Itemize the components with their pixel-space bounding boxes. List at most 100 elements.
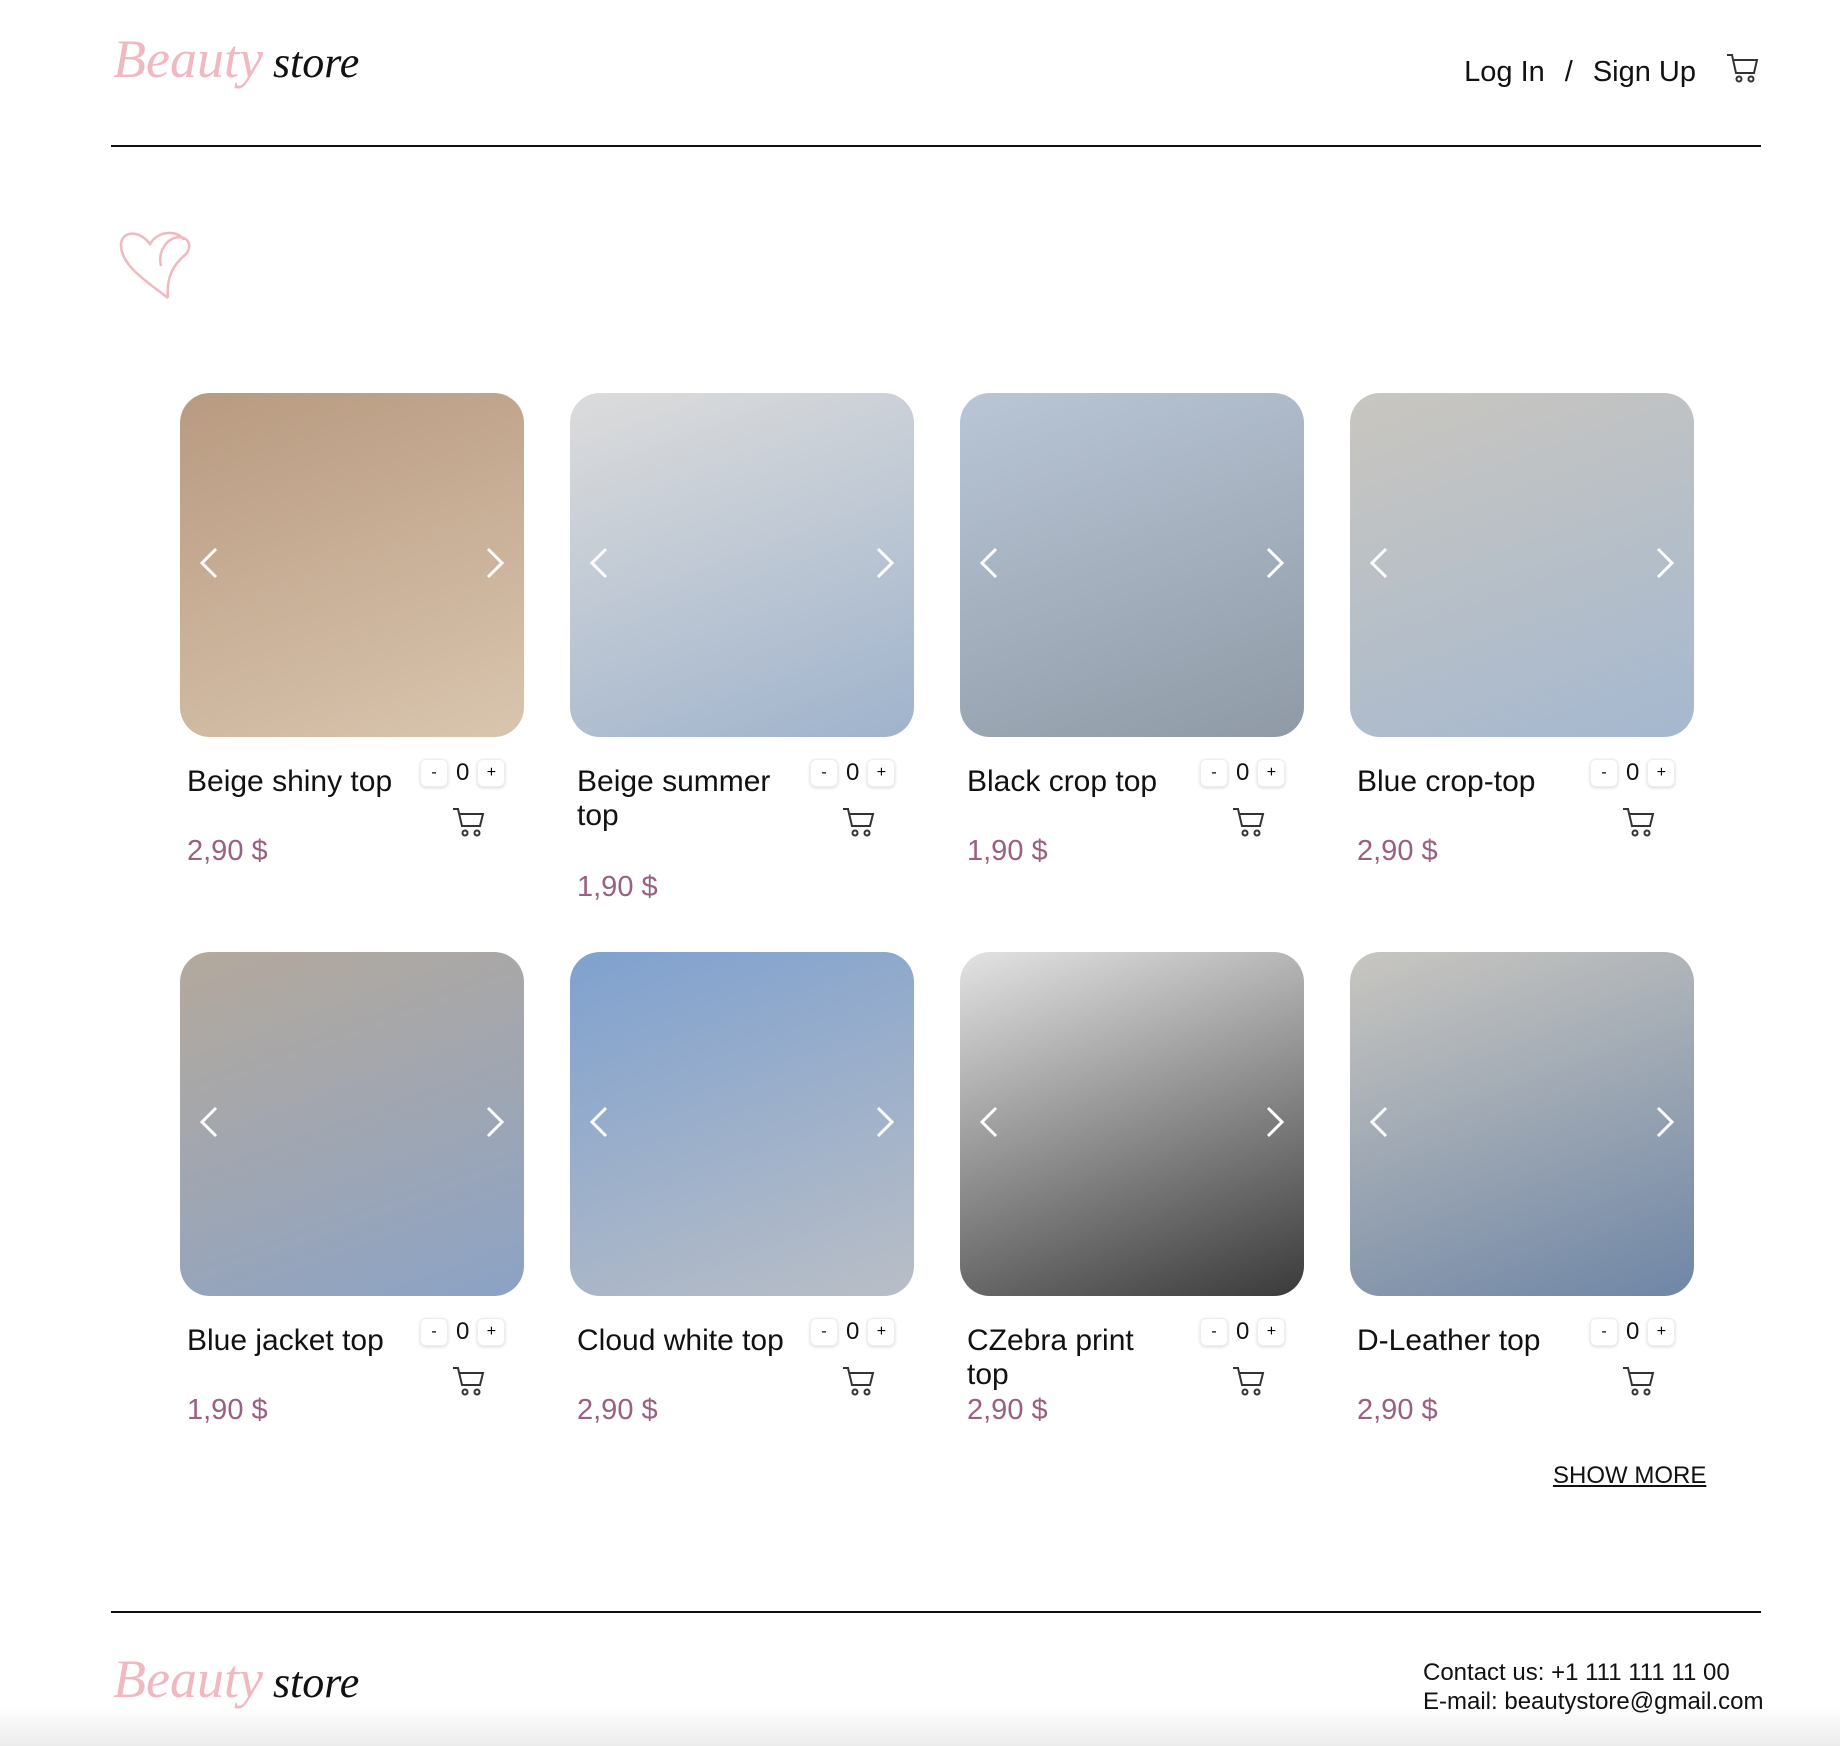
product-image[interactable] — [960, 952, 1304, 1296]
add-to-cart-icon[interactable] — [452, 807, 486, 842]
qty-value: 0 — [1626, 1318, 1640, 1345]
prev-image-arrow-icon[interactable] — [190, 1102, 230, 1142]
contact-phone: Contact us: +1 111 111 11 00 — [1423, 1659, 1730, 1686]
show-more-link[interactable]: SHOW MORE — [1553, 1462, 1706, 1490]
heart-icon[interactable] — [116, 226, 194, 307]
next-image-arrow-icon[interactable] — [864, 543, 904, 583]
quantity-stepper: - 0 + — [1200, 1318, 1286, 1346]
product-name[interactable]: Beige shiny top — [187, 765, 402, 799]
product-image[interactable] — [960, 393, 1304, 737]
logo-store: store — [272, 1658, 360, 1707]
next-image-arrow-icon[interactable] — [1254, 543, 1294, 583]
decrease-qty-button[interactable]: - — [1200, 1318, 1228, 1346]
signup-link[interactable]: Sign Up — [1593, 56, 1696, 89]
logo-beauty: Beauty — [113, 29, 263, 89]
add-to-cart-icon[interactable] — [842, 807, 876, 842]
login-link[interactable]: Log In — [1464, 56, 1545, 89]
increase-qty-button[interactable]: + — [1257, 1318, 1286, 1346]
quantity-stepper: - 0 + — [1200, 759, 1286, 787]
increase-qty-button[interactable]: + — [477, 1318, 506, 1346]
next-image-arrow-icon[interactable] — [1254, 1102, 1294, 1142]
increase-qty-button[interactable]: + — [1647, 759, 1676, 787]
quantity-stepper: - 0 + — [420, 759, 506, 787]
product-image[interactable] — [1350, 393, 1694, 737]
prev-image-arrow-icon[interactable] — [580, 543, 620, 583]
decrease-qty-button[interactable]: - — [1590, 1318, 1618, 1346]
decrease-qty-button[interactable]: - — [810, 1318, 838, 1346]
product-card: Beige summer top - 0 + 1,90 $ — [570, 393, 914, 903]
next-image-arrow-icon[interactable] — [474, 543, 514, 583]
footer-divider — [111, 1611, 1761, 1613]
prev-image-arrow-icon[interactable] — [1360, 543, 1400, 583]
next-image-arrow-icon[interactable] — [1644, 1102, 1684, 1142]
next-image-arrow-icon[interactable] — [1644, 543, 1684, 583]
product-card: CZebra print top - 0 + 2,90 $ — [960, 952, 1304, 1426]
add-to-cart-icon[interactable] — [842, 1366, 876, 1401]
cart-icon[interactable] — [1726, 52, 1760, 92]
logo[interactable]: Beauty store — [113, 28, 359, 90]
product-card: Blue jacket top - 0 + 1,90 $ — [180, 952, 524, 1426]
product-image[interactable] — [1350, 952, 1694, 1296]
prev-image-arrow-icon[interactable] — [970, 1102, 1010, 1142]
product-name[interactable]: D-Leather top — [1357, 1324, 1572, 1358]
nav-separator: / — [1564, 55, 1573, 88]
product-image[interactable] — [180, 393, 524, 737]
product-card: Beige shiny top - 0 + 2,90 $ — [180, 393, 524, 867]
contact-info: Contact us: +1 111 111 11 00 E-mail: bea… — [1423, 1658, 1763, 1716]
product-price: 1,90 $ — [577, 871, 658, 903]
quantity-stepper: - 0 + — [810, 759, 896, 787]
quantity-stepper: - 0 + — [420, 1318, 506, 1346]
header-nav: Log In / Sign Up — [1464, 52, 1760, 92]
prev-image-arrow-icon[interactable] — [1360, 1102, 1400, 1142]
increase-qty-button[interactable]: + — [867, 759, 896, 787]
add-to-cart-icon[interactable] — [1232, 807, 1266, 842]
decrease-qty-button[interactable]: - — [420, 759, 448, 787]
product-price: 2,90 $ — [577, 1394, 658, 1426]
increase-qty-button[interactable]: + — [477, 759, 506, 787]
next-image-arrow-icon[interactable] — [864, 1102, 904, 1142]
add-to-cart-icon[interactable] — [1232, 1366, 1266, 1401]
header-divider — [111, 145, 1761, 147]
product-name[interactable]: CZebra print top — [967, 1324, 1182, 1392]
logo-store: store — [272, 38, 360, 87]
prev-image-arrow-icon[interactable] — [190, 543, 230, 583]
product-price: 1,90 $ — [967, 835, 1048, 867]
product-card: D-Leather top - 0 + 2,90 $ — [1350, 952, 1694, 1426]
add-to-cart-icon[interactable] — [1622, 1366, 1656, 1401]
product-name[interactable]: Blue jacket top — [187, 1324, 402, 1358]
product-name[interactable]: Cloud white top — [577, 1324, 792, 1358]
next-image-arrow-icon[interactable] — [474, 1102, 514, 1142]
qty-value: 0 — [1236, 759, 1250, 786]
qty-value: 0 — [1626, 759, 1640, 786]
qty-value: 0 — [846, 759, 860, 786]
logo-beauty: Beauty — [113, 1649, 263, 1709]
prev-image-arrow-icon[interactable] — [580, 1102, 620, 1142]
decrease-qty-button[interactable]: - — [420, 1318, 448, 1346]
add-to-cart-icon[interactable] — [452, 1366, 486, 1401]
contact-email: E-mail: beautystore@gmail.com — [1423, 1688, 1764, 1715]
product-price: 2,90 $ — [1357, 835, 1438, 867]
decrease-qty-button[interactable]: - — [810, 759, 838, 787]
product-name[interactable]: Black crop top — [967, 765, 1182, 799]
prev-image-arrow-icon[interactable] — [970, 543, 1010, 583]
decrease-qty-button[interactable]: - — [1590, 759, 1618, 787]
increase-qty-button[interactable]: + — [867, 1318, 896, 1346]
qty-value: 0 — [456, 759, 470, 786]
product-price: 1,90 $ — [187, 1394, 268, 1426]
qty-value: 0 — [1236, 1318, 1250, 1345]
product-price: 2,90 $ — [967, 1394, 1048, 1426]
product-image[interactable] — [570, 952, 914, 1296]
product-name[interactable]: Blue crop-top — [1357, 765, 1572, 799]
increase-qty-button[interactable]: + — [1257, 759, 1286, 787]
product-price: 2,90 $ — [1357, 1394, 1438, 1426]
product-name[interactable]: Beige summer top — [577, 765, 792, 833]
quantity-stepper: - 0 + — [810, 1318, 896, 1346]
product-image[interactable] — [570, 393, 914, 737]
add-to-cart-icon[interactable] — [1622, 807, 1656, 842]
product-card: Cloud white top - 0 + 2,90 $ — [570, 952, 914, 1426]
quantity-stepper: - 0 + — [1590, 759, 1676, 787]
product-image[interactable] — [180, 952, 524, 1296]
increase-qty-button[interactable]: + — [1647, 1318, 1676, 1346]
qty-value: 0 — [456, 1318, 470, 1345]
decrease-qty-button[interactable]: - — [1200, 759, 1228, 787]
